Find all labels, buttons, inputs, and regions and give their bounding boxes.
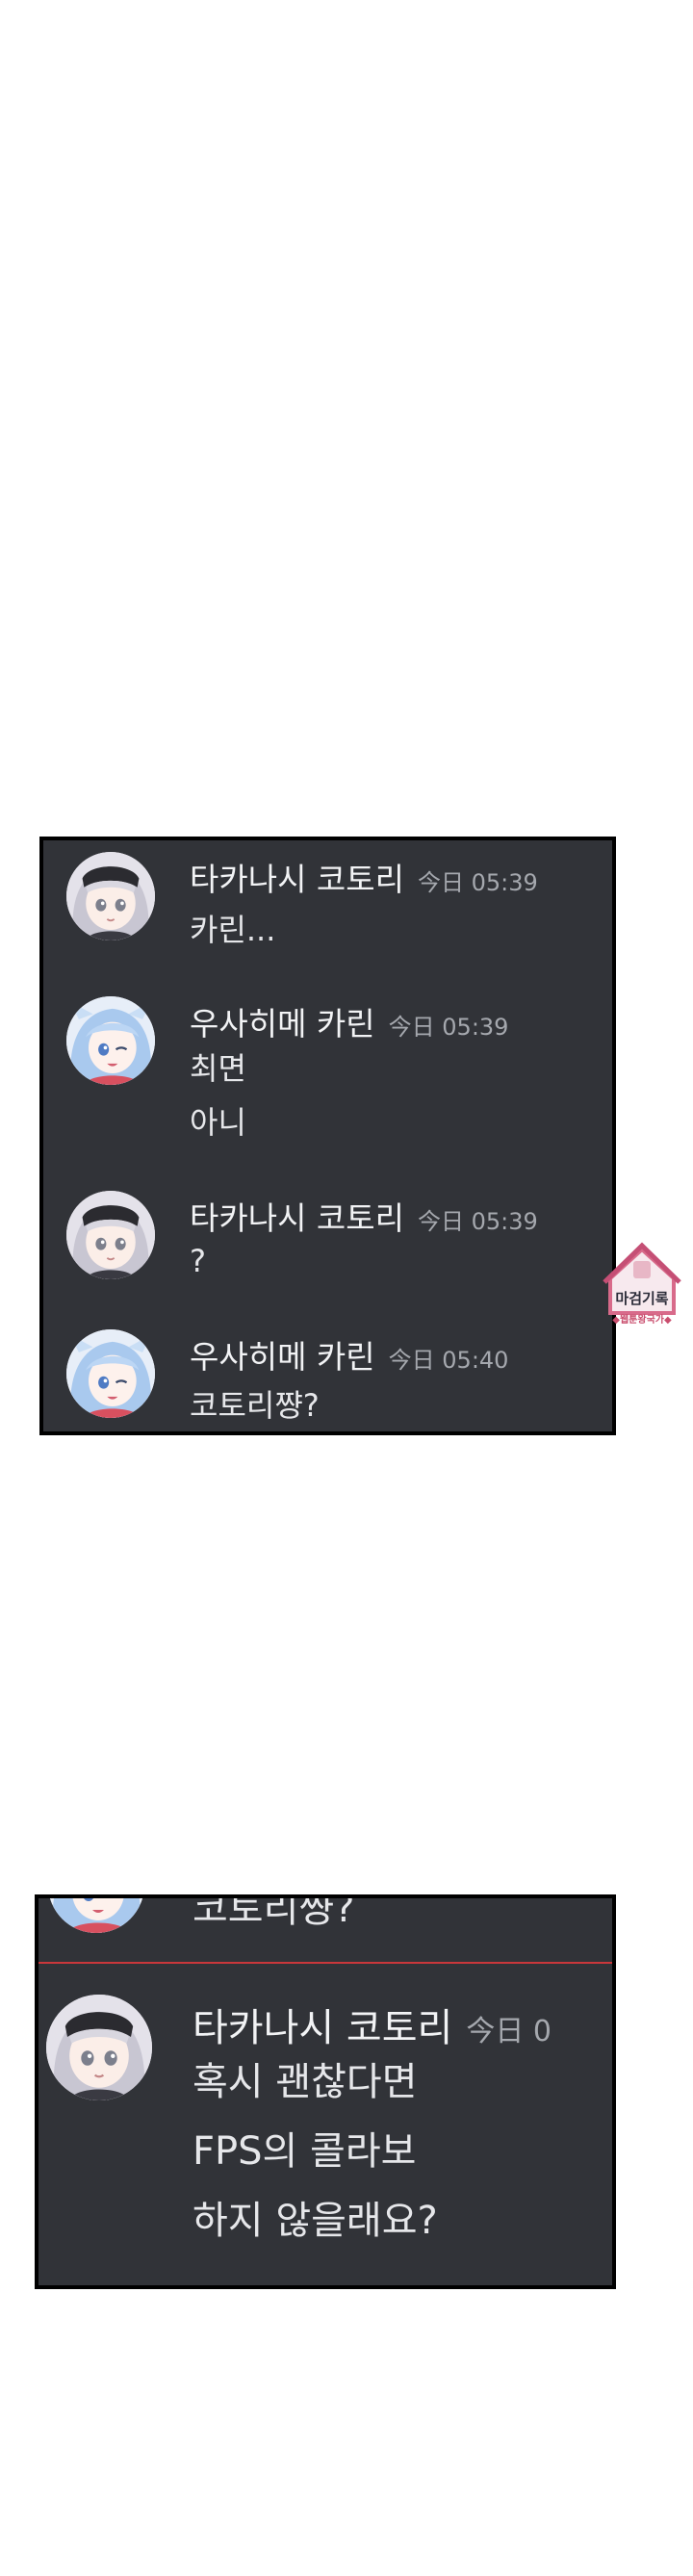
message-text: 하지 않을래요? (192, 2199, 438, 2243)
author-name[interactable]: 타카나시 코토리 (192, 2006, 452, 2050)
timestamp: 今日 05:39 (418, 1208, 538, 1235)
avatar[interactable] (66, 1191, 155, 1279)
message-text: ? (190, 1243, 206, 1279)
message-header: 타카나시 코토리 今日 0 (192, 1996, 552, 2052)
message-text: 최면 (190, 1050, 246, 1087)
chat-message[interactable]: 타카나시 코토리 今日 05:39 카린... (43, 850, 612, 956)
avatar[interactable] (66, 996, 155, 1085)
watermark-title: 마검기록 (615, 1290, 669, 1307)
timestamp: 今日 0 (466, 2015, 552, 2048)
avatar[interactable] (66, 1329, 155, 1418)
chat-message[interactable]: 타카나시 코토리 今日 0 혹시 괜찮다면 FPS의 콜라보 하지 않을래요? (38, 1991, 612, 2280)
author-name[interactable]: 우사히메 카린 (190, 1005, 375, 1043)
avatar[interactable] (48, 1898, 144, 1933)
new-messages-divider (38, 1962, 612, 1964)
message-text: 코토리쨩? (190, 1387, 320, 1424)
author-name[interactable]: 타카나시 코토리 (190, 1199, 404, 1237)
avatar[interactable] (66, 852, 155, 940)
message-header: 우사히메 카린 今日 05:39 (190, 998, 508, 1044)
watermark-subtitle: ◆웹툰왕국가◆ (612, 1315, 672, 1326)
author-name[interactable]: 우사히메 카린 (190, 1338, 375, 1376)
message-header: 타카나시 코토리 今日 05:39 (190, 1193, 538, 1239)
message-text: 아니 (190, 1104, 246, 1141)
chat-message-previous[interactable]: 코토리쨩? (38, 1898, 612, 1933)
chat-message[interactable]: 우사히메 카린 今日 05:40 코토리쨩? (43, 1327, 612, 1431)
message-header: 우사히메 카린 今日 05:40 (190, 1331, 508, 1378)
chat-message[interactable]: 우사히메 카린 今日 05:39 최면 아니 (43, 994, 612, 1141)
chat-panel-bottom: 코토리쨩? 타카나시 코토리 今日 0 혹시 괜찮다면 FPS의 콜라보 하지 않… (35, 1894, 616, 2289)
watermark-logo: 마검기록 ◆웹툰왕국가◆ (601, 1232, 683, 1340)
chat-message[interactable]: 타카나시 코토리 今日 05:39 ? (43, 1189, 612, 1295)
author-name[interactable]: 타카나시 코토리 (190, 861, 404, 898)
timestamp: 今日 05:39 (388, 1014, 509, 1041)
message-text: 코토리쨩? (192, 1894, 355, 1931)
message-text: 카린... (190, 912, 276, 948)
avatar[interactable] (46, 1995, 152, 2100)
message-header: 타카나시 코토리 今日 05:39 (190, 854, 538, 900)
message-text: FPS의 콜라보 (192, 2129, 417, 2174)
chat-panel-top: 타카나시 코토리 今日 05:39 카린... 우사히메 카린 今日 05:39 최… (39, 837, 616, 1435)
timestamp: 今日 05:40 (388, 1347, 509, 1374)
message-text: 혹시 괜찮다면 (192, 2060, 418, 2104)
timestamp: 今日 05:39 (418, 869, 538, 896)
